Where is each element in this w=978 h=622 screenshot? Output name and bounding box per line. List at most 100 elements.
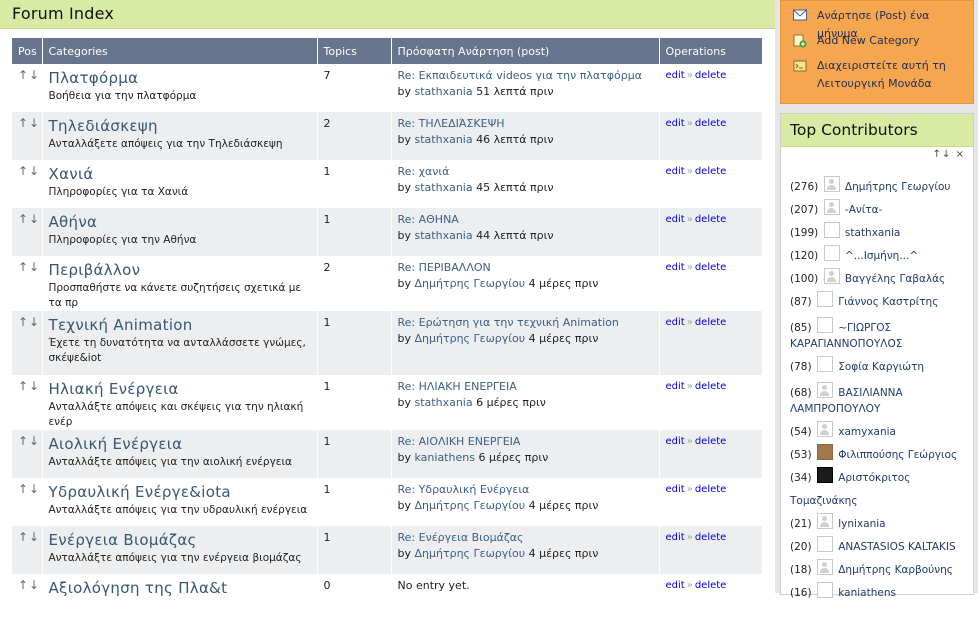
avatar[interactable] [816,382,833,398]
avatar[interactable] [816,582,833,598]
edit-link[interactable]: edit [666,70,685,81]
avatar[interactable] [823,268,840,284]
page-title: Forum Index [12,4,115,23]
post-author-link[interactable]: stathxania [415,396,473,409]
delete-link[interactable]: delete [695,317,727,328]
close-icon[interactable]: × [956,149,965,160]
contributor-link[interactable]: kaniathens [838,587,896,599]
last-post-link[interactable]: Re: Εκπαιδευτικά videos για την πλατφόρμ… [398,64,653,82]
edit-link[interactable]: edit [666,580,685,591]
category-link[interactable]: Τεχνική Animation [49,316,311,334]
post-author-link[interactable]: Δημήτρης Γεωργίου [415,332,526,345]
avatar[interactable] [816,513,833,529]
delete-link[interactable]: delete [695,436,727,447]
post-author-link[interactable]: Δημήτρης Γεωργίου [415,547,526,560]
delete-link[interactable]: delete [695,262,727,273]
delete-link[interactable]: delete [695,532,727,543]
reorder-arrows[interactable]: ↑↓ [18,574,40,592]
manage-unit-link[interactable]: Διαχειριστείτε αυτή τη Λειτουργική Μονάδ… [793,57,968,93]
contributor-link[interactable]: ANASTASIOS KALTAKIS [838,541,955,553]
edit-link[interactable]: edit [666,214,685,225]
table-header-row: Pos Categories Topics Πρόσφατη Ανάρτηση … [12,38,763,64]
category-link[interactable]: Ηλιακή Ενέργεια [49,380,311,398]
category-link[interactable]: Αθήνα [49,213,311,231]
avatar[interactable] [816,444,833,460]
avatar[interactable] [816,421,833,437]
contributor-link[interactable]: stathxania [845,227,900,239]
edit-link[interactable]: edit [666,118,685,129]
contributor-link[interactable]: ^...Ισμήνη...^ [845,250,918,262]
category-link[interactable]: Αξιολόγηση της Πλα&t [49,579,311,597]
contributor-link[interactable]: Βαγγέλης Γαβαλάς [845,273,945,285]
post-author-link[interactable]: stathxania [415,181,473,194]
last-post-link[interactable]: Re: ΤΗΛΕΔΙΆΣΚΕΨΗ [398,112,653,130]
contributor-link[interactable]: lynixania [838,518,885,530]
reorder-arrows[interactable]: ↑↓ [18,311,40,329]
contributor-link[interactable]: Σοφία Καργιώτη [838,361,924,373]
post-author-link[interactable]: Δημήτρης Γεωργίου [415,499,526,512]
post-author-link[interactable]: stathxania [415,229,473,242]
category-link[interactable]: Τηλεδιάσκεψη [49,117,311,135]
category-link[interactable]: Πλατφόρμα [49,69,311,87]
last-post-link[interactable]: Re: Ενέργεια Βιομάζας [398,526,653,544]
last-post-link[interactable]: Re: χανιά [398,160,653,178]
post-author-link[interactable]: Δημήτρης Γεωργίου [415,277,526,290]
contributor-link[interactable]: Δημήτρης Καρβούνης [838,564,953,576]
category-link[interactable]: Χανιά [49,165,311,183]
last-post-link[interactable]: Re: ΑΘΗΝΑ [398,208,653,226]
last-post-link[interactable]: Re: ΗΛΙΑΚΗ ΕΝΕΡΓΕΙΑ [398,375,653,393]
avatar[interactable] [823,245,840,261]
contributor-link[interactable]: xamyxania [838,426,896,438]
post-author-link[interactable]: kaniathens [415,451,475,464]
reorder-arrows[interactable]: ↑↓ [18,160,40,178]
reorder-arrows[interactable]: ↑↓ [18,478,40,496]
contributor-link[interactable]: Δημήτρης Γεωργίου [845,181,951,193]
avatar[interactable] [823,199,840,215]
edit-link[interactable]: edit [666,262,685,273]
post-author-link[interactable]: stathxania [415,85,473,98]
reorder-arrows[interactable]: ↑↓ [18,430,40,448]
avatar[interactable] [816,317,833,333]
move-down-icon[interactable]: ↓ [942,149,951,160]
reorder-arrows[interactable]: ↑↓ [18,526,40,544]
reorder-arrows[interactable]: ↑↓ [18,375,40,393]
edit-link[interactable]: edit [666,484,685,495]
edit-link[interactable]: edit [666,317,685,328]
last-post-link[interactable]: Re: Υδραυλική Ενέργεια [398,478,653,496]
category-link[interactable]: Περιβάλλον [49,261,311,279]
delete-link[interactable]: delete [695,484,727,495]
delete-link[interactable]: delete [695,214,727,225]
category-link[interactable]: Υδραυλική Ενέργε&iota [49,483,311,501]
avatar[interactable] [816,559,833,575]
contributor-link[interactable]: Γιάννος Καστρίτης [838,296,938,308]
delete-link[interactable]: delete [695,580,727,591]
delete-link[interactable]: delete [695,70,727,81]
edit-link[interactable]: edit [666,381,685,392]
add-category-link[interactable]: Add New Category [793,32,968,50]
category-link[interactable]: Αιολική Ενέργεια [49,435,311,453]
edit-link[interactable]: edit [666,532,685,543]
avatar[interactable] [816,356,833,372]
avatar[interactable] [823,222,840,238]
delete-link[interactable]: delete [695,118,727,129]
reorder-arrows[interactable]: ↑↓ [18,208,40,226]
post-author-link[interactable]: stathxania [415,133,473,146]
last-post-link[interactable]: Re: ΑΙΟΛΙΚΗ ΕΝΕΡΓΕΙΑ [398,430,653,448]
delete-link[interactable]: delete [695,166,727,177]
category-link[interactable]: Ενέργεια Βιομάζας [49,531,311,549]
reorder-arrows[interactable]: ↑↓ [18,112,40,130]
contributor-link[interactable]: Φιλιππούσης Γεώργιος [838,449,957,461]
avatar[interactable] [823,176,840,192]
avatar[interactable] [816,291,833,307]
move-up-icon[interactable]: ↑ [933,149,942,160]
last-post-link[interactable]: Re: Ερώτηση για την τεχνική Animation [398,311,653,329]
reorder-arrows[interactable]: ↑↓ [18,256,40,274]
avatar[interactable] [816,467,833,483]
avatar[interactable] [816,536,833,552]
last-post-link[interactable]: Re: ΠΕΡΙΒΑΛΛΟΝ [398,256,653,274]
reorder-arrows[interactable]: ↑↓ [18,64,40,82]
delete-link[interactable]: delete [695,381,727,392]
edit-link[interactable]: edit [666,166,685,177]
edit-link[interactable]: edit [666,436,685,447]
contributor-link[interactable]: -Ανίτα- [845,204,882,216]
